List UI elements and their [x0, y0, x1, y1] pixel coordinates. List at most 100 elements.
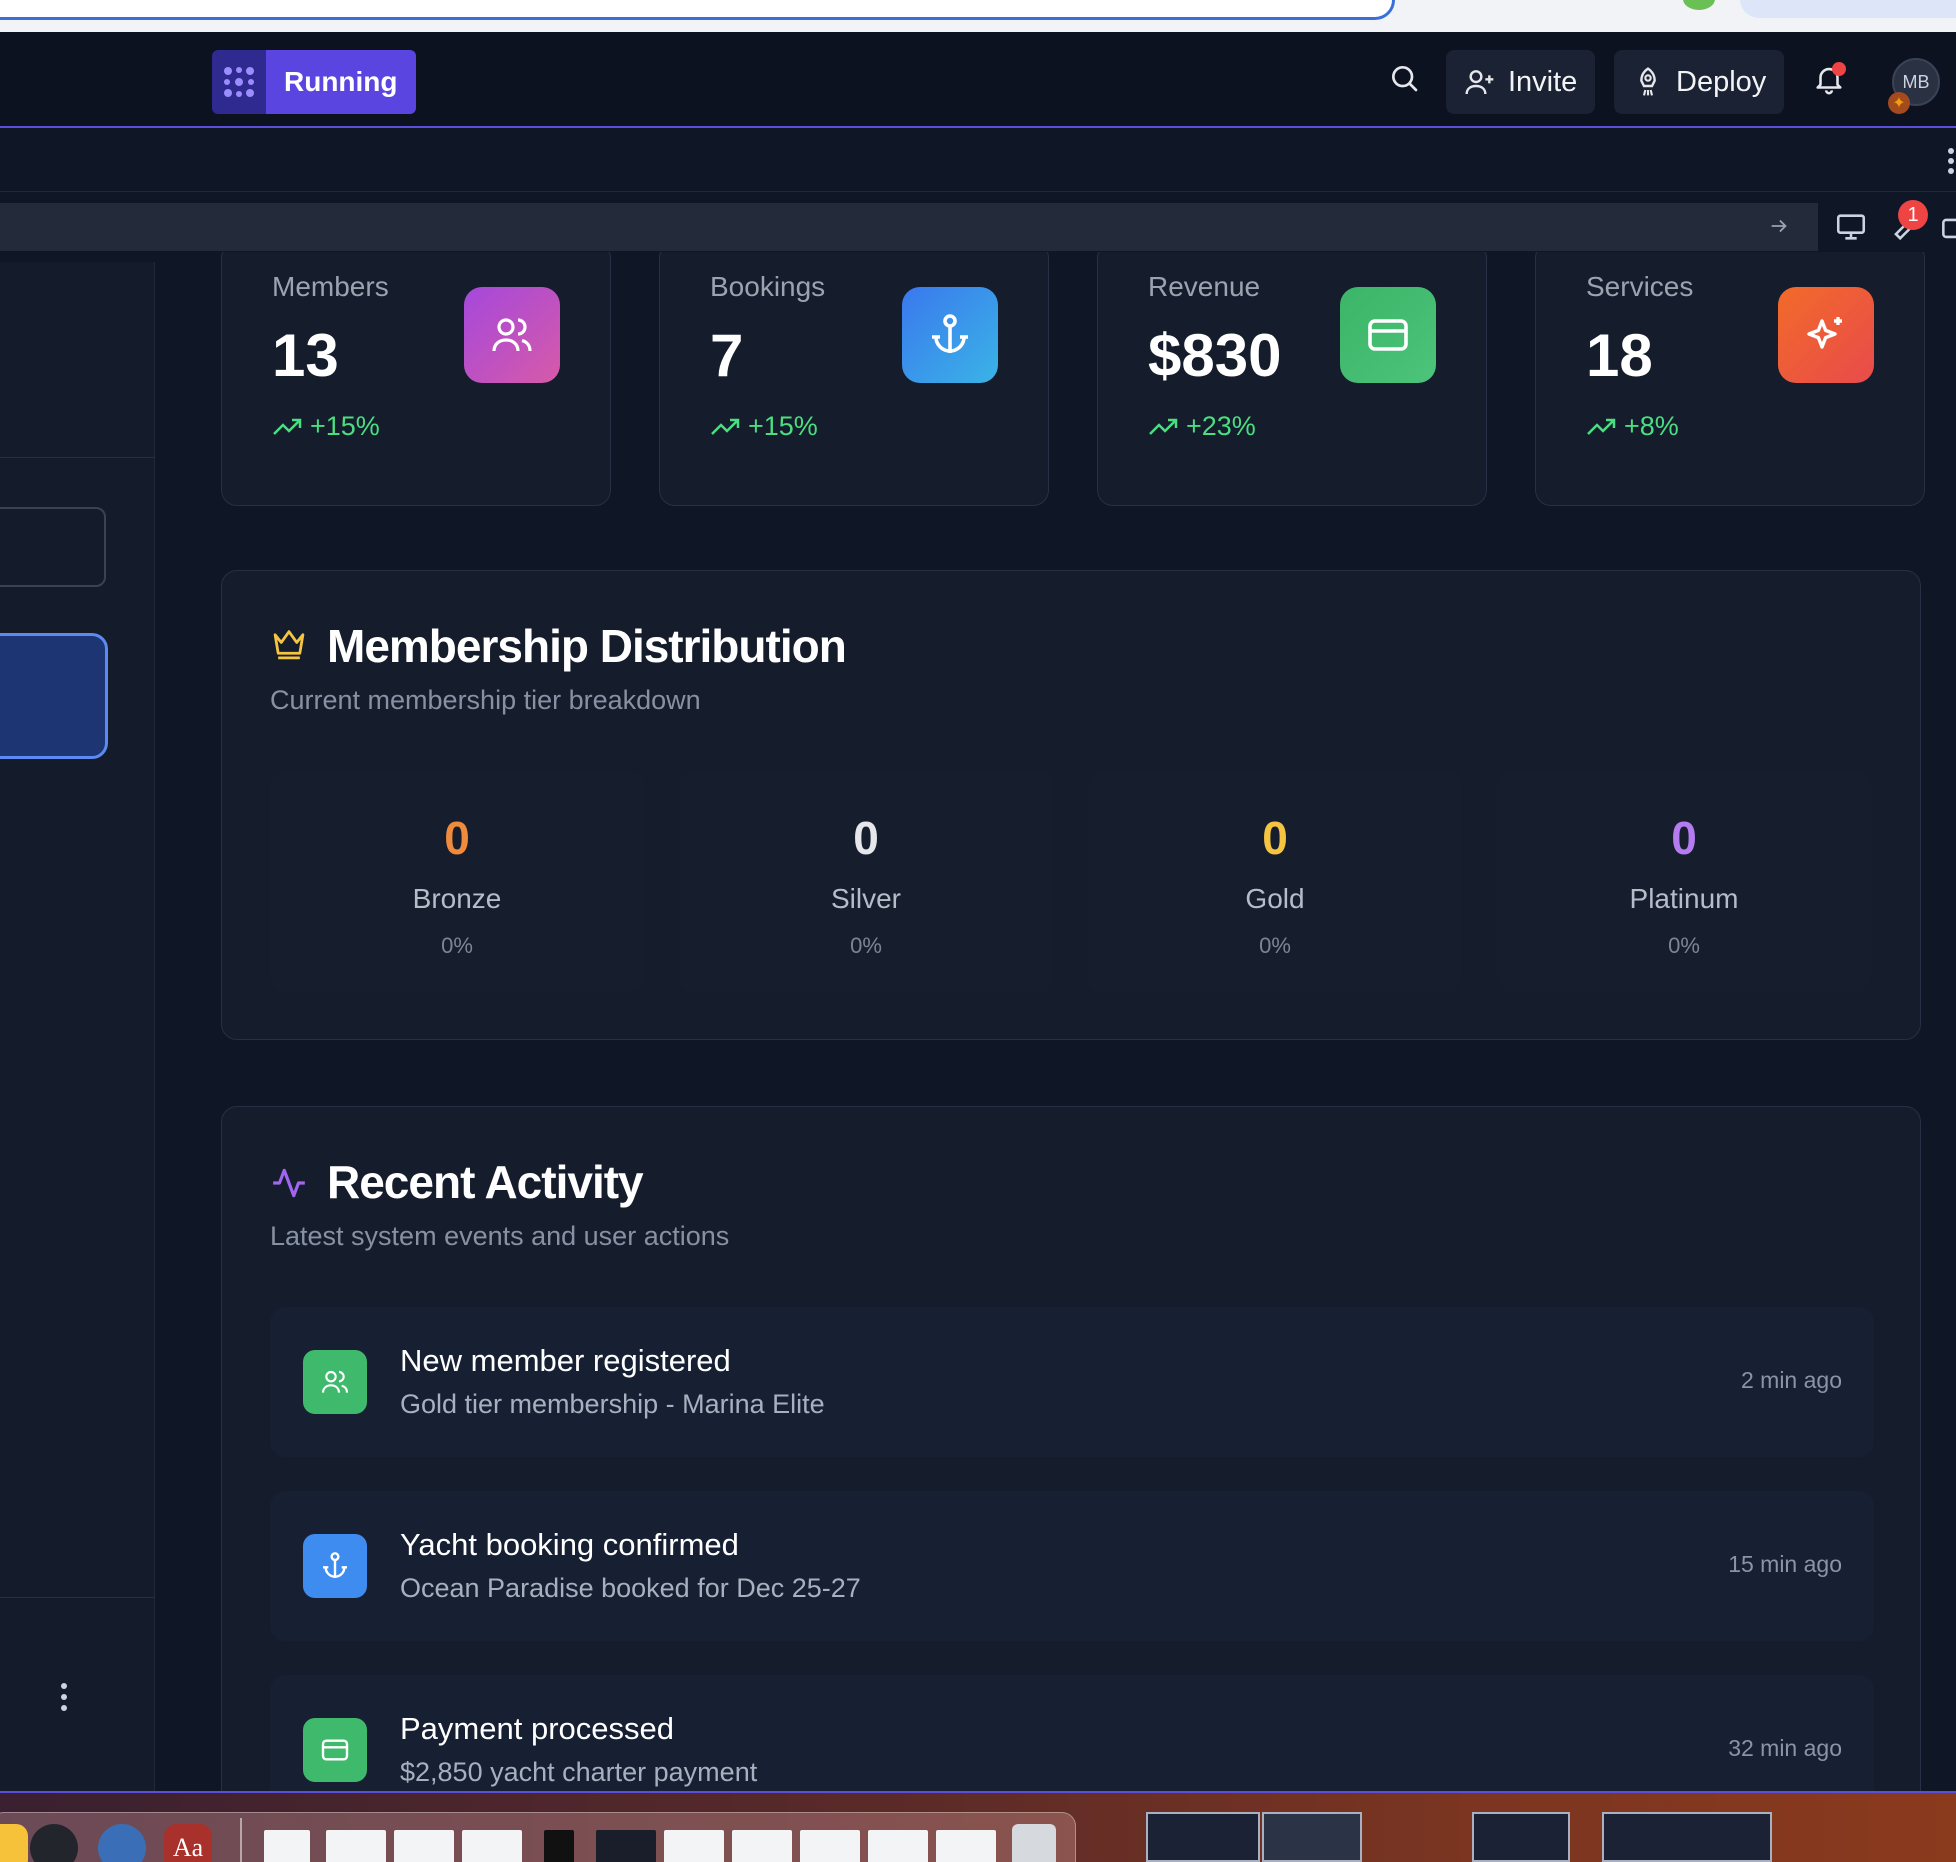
dock-document-thumb[interactable]: [544, 1830, 574, 1862]
sidebar-more-icon[interactable]: [60, 1682, 68, 1712]
dock-document-thumb[interactable]: [462, 1830, 522, 1862]
deploy-button[interactable]: Deploy: [1614, 50, 1785, 114]
activity-description: Ocean Paradise booked for Dec 25-27: [400, 1573, 861, 1603]
activity-icon: [273, 1168, 305, 1198]
activity-item[interactable]: New member registered Gold tier membersh…: [270, 1307, 1874, 1457]
stat-trend: +23%: [1148, 411, 1256, 442]
tier-card-bronze: 0 Bronze 0%: [270, 771, 644, 993]
browser-chrome: [0, 0, 1956, 32]
stat-card-revenue: Revenue $830 +23%: [1097, 252, 1487, 506]
more-options-icon[interactable]: [1948, 148, 1954, 174]
tier-count: 0: [444, 812, 470, 864]
status-chip[interactable]: Running: [212, 50, 416, 114]
stat-value: $830: [1148, 322, 1282, 389]
sparkles-icon: [1778, 287, 1874, 383]
tier-name: Silver: [830, 883, 901, 914]
stat-trend-value: +8%: [1624, 411, 1679, 441]
app-header: Running Invite Deploy MB ✦: [0, 32, 1956, 128]
preview-url-bar[interactable]: [0, 203, 1818, 251]
users-icon: [303, 1350, 367, 1414]
trash-icon[interactable]: [1012, 1824, 1056, 1862]
activity-title: Yacht booking confirmed: [400, 1527, 739, 1562]
user-plus-icon: [1465, 70, 1494, 95]
tier-count: 0: [1262, 812, 1288, 864]
panel-title: Recent Activity: [327, 1156, 644, 1208]
dock-document-thumb[interactable]: [326, 1830, 386, 1862]
invite-label: Invite: [1508, 65, 1578, 98]
stat-trend: +15%: [710, 411, 818, 442]
desktop-window-thumb[interactable]: [1602, 1812, 1772, 1862]
stat-trend-value: +15%: [310, 411, 380, 441]
crown-icon: [273, 630, 305, 660]
tier-card-silver: 0 Silver 0%: [679, 771, 1053, 993]
tier-name: Gold: [1245, 883, 1305, 914]
dock-document-thumb[interactable]: [264, 1830, 310, 1862]
browser-address-bar[interactable]: [0, 0, 1395, 20]
anchor-icon: [902, 287, 998, 383]
activity-description: $2,850 yacht charter payment: [400, 1757, 758, 1787]
desktop-window-thumb[interactable]: [1146, 1812, 1260, 1862]
arrow-right-icon[interactable]: [1768, 215, 1790, 237]
status-label: Running: [266, 50, 416, 114]
dock-document-thumb[interactable]: [732, 1830, 792, 1862]
activity-title: New member registered: [400, 1343, 731, 1378]
stat-label: Bookings: [710, 271, 826, 302]
sidebar-divider: [0, 1597, 155, 1598]
external-link-icon[interactable]: [1938, 210, 1956, 244]
tier-card-gold: 0 Gold 0%: [1088, 771, 1462, 993]
recent-activity-panel: Recent Activity Latest system events and…: [221, 1106, 1921, 1792]
stat-card-services: Services 18 +8%: [1535, 252, 1925, 506]
tier-percent: 0%: [1259, 933, 1291, 958]
stat-card-members: Members 13 +15%: [221, 252, 611, 506]
dock-document-thumb[interactable]: [868, 1830, 928, 1862]
dock-document-thumb[interactable]: [394, 1830, 454, 1862]
browser-tab-pill[interactable]: [1740, 0, 1956, 18]
stat-trend-value: +15%: [748, 411, 818, 441]
dictionary-app-label: Aa: [172, 1833, 204, 1862]
search-icon[interactable]: [1388, 62, 1420, 94]
tool-badge: 1: [1898, 200, 1928, 230]
stat-label: Revenue: [1148, 271, 1261, 302]
monitor-icon[interactable]: [1834, 210, 1868, 244]
dock-app-icon[interactable]: [0, 1824, 28, 1862]
dock-document-thumb[interactable]: [596, 1830, 656, 1862]
credit-card-icon: [303, 1718, 367, 1782]
tier-name: Platinum: [1629, 883, 1739, 914]
stat-value: 18: [1586, 322, 1653, 389]
activity-item[interactable]: Payment processed $2,850 yacht charter p…: [270, 1675, 1874, 1792]
notification-dot: [1832, 62, 1846, 76]
dashboard-main: Members 13 +15% Bookings 7 +15% Revenue …: [156, 252, 1956, 1792]
stat-trend: +8%: [1586, 411, 1679, 442]
deploy-label: Deploy: [1676, 65, 1767, 98]
dock-document-thumb[interactable]: [664, 1830, 724, 1862]
activity-time: 15 min ago: [1728, 1551, 1842, 1577]
membership-distribution-panel: Membership Distribution Current membersh…: [221, 570, 1921, 1040]
sidebar-active-item[interactable]: [0, 633, 108, 759]
trending-up-icon: [1149, 418, 1178, 435]
invite-button[interactable]: Invite: [1446, 50, 1596, 114]
stat-label: Services: [1586, 271, 1694, 302]
activity-time: 2 min ago: [1740, 1367, 1842, 1393]
browser-profile-icon[interactable]: [1683, 0, 1715, 10]
trending-up-icon: [711, 418, 740, 435]
stat-value: 7: [710, 322, 744, 389]
dock-document-thumb[interactable]: [800, 1830, 860, 1862]
stat-label: Members: [272, 271, 389, 302]
sidebar-divider: [0, 457, 155, 458]
desktop-window-thumb[interactable]: [1262, 1812, 1362, 1862]
stat-value: 13: [272, 322, 339, 389]
sidebar-input[interactable]: [0, 507, 106, 587]
dictionary-app-icon[interactable]: Aa: [164, 1824, 212, 1862]
trending-up-icon: [273, 418, 302, 435]
tier-percent: 0%: [1668, 933, 1700, 958]
desktop-window-thumb[interactable]: [1472, 1812, 1570, 1862]
tier-percent: 0%: [850, 933, 882, 958]
credit-card-icon: [1340, 287, 1436, 383]
tier-card-platinum: 0 Platinum 0%: [1497, 771, 1871, 993]
activity-item[interactable]: Yacht booking confirmed Ocean Paradise b…: [270, 1491, 1874, 1641]
stat-trend-value: +23%: [1186, 411, 1256, 441]
tier-count: 0: [853, 812, 879, 864]
dock-document-thumb[interactable]: [936, 1830, 996, 1862]
tab-bar: [0, 130, 1956, 192]
stat-trend: +15%: [272, 411, 380, 442]
